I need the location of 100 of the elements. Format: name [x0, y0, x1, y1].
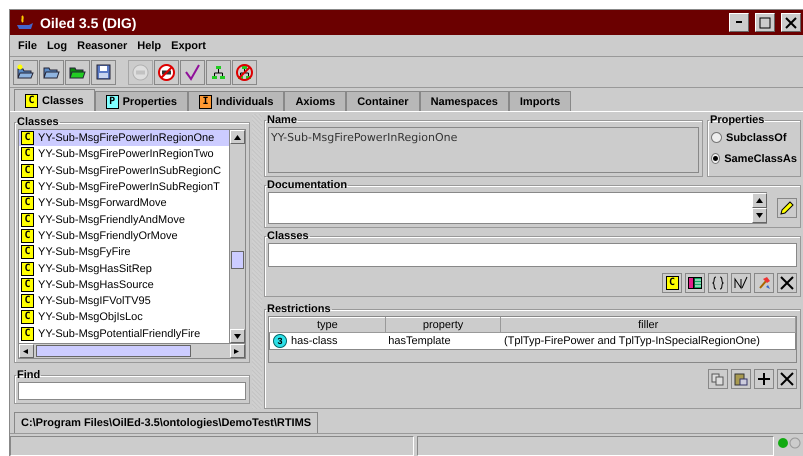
table-cell: 3 has-class: [270, 332, 386, 350]
new-folder-icon: [16, 62, 35, 82]
find-field[interactable]: [18, 382, 246, 400]
toolbar-button[interactable]: [91, 60, 116, 84]
file-tab[interactable]: C:\Program Files\OilEd-3.5\ontologies\DemoTest\RTIMS: [14, 412, 318, 433]
class-badge: C: [21, 245, 34, 260]
braces-icon: [711, 276, 725, 290]
class-list-item[interactable]: C YY-Sub-MsgObjIsLoc: [19, 309, 229, 326]
no-tree-icon: [235, 62, 254, 82]
radio-button[interactable]: [711, 153, 720, 164]
up-arrow-icon: [234, 134, 241, 140]
minimize-icon: [735, 21, 743, 24]
down-arrow-icon: [234, 334, 241, 338]
toolbar-button[interactable]: [39, 60, 64, 84]
menu-item[interactable]: File: [14, 38, 41, 54]
oil-lamp-icon: [16, 14, 34, 30]
class-list-item[interactable]: C YY-Sub-MsgIFVolTV95: [19, 292, 229, 310]
class-badge: C: [21, 196, 34, 210]
class-badge: C: [21, 326, 34, 341]
toolbar-button[interactable]: [13, 60, 38, 84]
group-title: Name: [266, 114, 298, 126]
braces-button[interactable]: [708, 273, 728, 293]
not-button[interactable]: [731, 273, 751, 293]
delete-button[interactable]: [777, 369, 797, 389]
group-title: Find: [16, 369, 42, 381]
minimize-button[interactable]: [729, 13, 749, 32]
classes-field[interactable]: [268, 243, 797, 267]
radio-button[interactable]: [711, 132, 722, 143]
edit-button[interactable]: [777, 198, 797, 218]
class-badge: C: [21, 310, 34, 324]
check-icon: [183, 62, 202, 82]
class-list-item[interactable]: C YY-Sub-MsgForwardMove: [19, 195, 229, 212]
table-cell: (TplTyp-FirePower and TplTyp-InSpecialRegionOne): [500, 332, 796, 350]
down-arrow-icon: [756, 213, 763, 218]
hammer-icon: [757, 276, 771, 290]
class-badge: C: [21, 164, 34, 178]
name-field[interactable]: YY-Sub-MsgFirePowerInRegionOne: [268, 127, 699, 173]
copy-icon: [711, 372, 725, 386]
column-header[interactable]: property: [385, 318, 501, 332]
close-icon: [785, 16, 797, 28]
toolbar-button[interactable]: [206, 60, 231, 84]
scrollbar[interactable]: [19, 343, 245, 358]
tab[interactable]: I Individuals: [188, 91, 284, 111]
class-list-item[interactable]: C YY-Sub-MsgFirePowerInSubRegionT: [19, 178, 229, 196]
class-badge: C: [21, 131, 34, 146]
class-list-item[interactable]: C YY-Sub-MsgFirePowerInRegionOne: [19, 130, 229, 146]
close-button[interactable]: [781, 13, 801, 32]
list-icon: [688, 277, 702, 289]
pencil-icon: [780, 201, 794, 215]
menu-item[interactable]: Reasoner: [73, 38, 132, 54]
class-list-item[interactable]: C YY-Sub-MsgHasSitRep: [19, 260, 229, 277]
class-list-item[interactable]: C YY-Sub-MsgHasSource: [19, 276, 229, 293]
add-button[interactable]: [754, 369, 774, 389]
class-list-item[interactable]: C YY-Sub-MsgFriendlyAndMove: [19, 211, 229, 228]
tab[interactable]: P Properties: [94, 91, 188, 111]
class-list-item[interactable]: C YY-Sub-MsgFirePowerInRegionTwo: [19, 146, 229, 163]
group-title: Documentation: [266, 179, 348, 191]
toolbar-button[interactable]: [154, 60, 179, 84]
list-button[interactable]: [685, 273, 705, 293]
column-header[interactable]: type: [270, 318, 386, 332]
class-list-item[interactable]: C YY-Sub-MsgFriendlyOrMove: [19, 228, 229, 244]
class-list-item[interactable]: C YY-Sub-MsgPotentialFriendlyFire: [19, 326, 229, 342]
class-list-item[interactable]: C YY-Sub-MsgFirePowerInSubRegionC: [19, 162, 229, 179]
close-icon: [780, 276, 794, 290]
save-icon: [94, 62, 113, 82]
menu-item[interactable]: Help: [133, 38, 166, 54]
up-arrow-icon: [756, 198, 763, 203]
class-badge: C: [21, 212, 34, 227]
table-cell: hasTemplate: [385, 332, 501, 350]
copy-button[interactable]: [708, 369, 728, 389]
class-list-item[interactable]: C YY-Sub-MsgFyFire: [19, 244, 229, 260]
group-title: Properties: [709, 114, 766, 126]
paste-button[interactable]: [731, 369, 751, 389]
column-header[interactable]: filler: [500, 318, 796, 332]
tab[interactable]: Axioms: [284, 91, 346, 111]
class-badge: C: [21, 147, 34, 162]
group-title: Classes: [266, 230, 310, 242]
close-icon: [780, 372, 794, 386]
scrollbar-thumb[interactable]: [231, 251, 244, 270]
right-arrow-icon: [234, 348, 241, 354]
option-label: SameClassAs: [724, 152, 797, 164]
add-class-button[interactable]: C: [662, 273, 682, 293]
tab[interactable]: Container: [346, 91, 420, 111]
tab-badge: P: [106, 94, 119, 108]
tab[interactable]: Imports: [508, 91, 572, 111]
scrollbar-thumb[interactable]: [36, 345, 191, 357]
tab-badge: C: [25, 94, 38, 108]
tab[interactable]: C Classes: [14, 89, 95, 111]
toolbar-button[interactable]: [65, 60, 90, 84]
left-arrow-icon: [23, 348, 30, 354]
class-badge: C: [21, 278, 34, 292]
maximize-button[interactable]: [755, 13, 775, 32]
scrollbar[interactable]: [229, 130, 245, 343]
menu-item[interactable]: Export: [167, 38, 210, 54]
class-badge: C: [21, 228, 34, 243]
option-label: SubclassOf: [726, 132, 787, 144]
documentation-field[interactable]: [268, 192, 767, 224]
delete-button[interactable]: [777, 273, 797, 293]
tab[interactable]: Namespaces: [420, 91, 509, 111]
menu-item[interactable]: Log: [42, 38, 72, 54]
